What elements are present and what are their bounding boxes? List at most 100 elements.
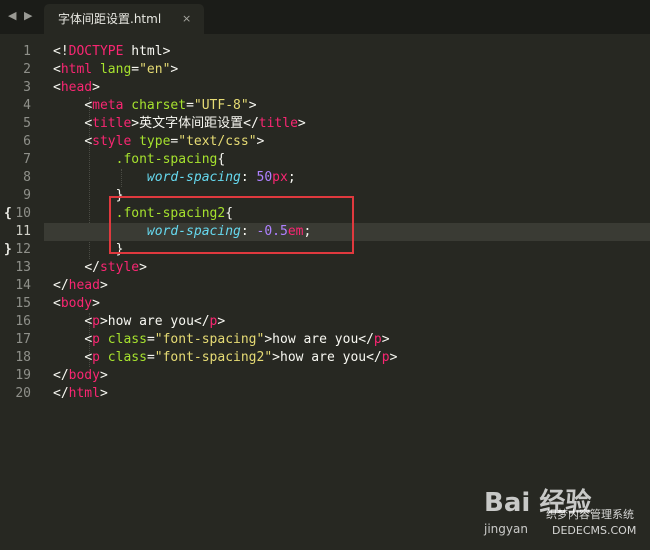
close-icon[interactable]: × (182, 12, 191, 26)
code-token: 50 (256, 170, 273, 185)
line-number: 2 (23, 62, 31, 77)
code-line[interactable]: 17 <p class="font-spacing">how are you</… (0, 331, 650, 349)
code-token: class (107, 332, 147, 347)
code-line[interactable]: 1 <!DOCTYPE html> (0, 43, 650, 61)
code-token: </ (53, 386, 69, 401)
code-token: > (256, 134, 265, 149)
fold-marker-icon[interactable]: } (4, 241, 12, 259)
line-number: 18 (15, 350, 31, 365)
code-text: <head> (53, 79, 100, 97)
code-text: </body> (53, 367, 108, 385)
code-line[interactable]: 8 word-spacing: 50px; (0, 169, 650, 187)
code-token: = (146, 350, 155, 365)
code-token: lang (99, 62, 132, 77)
line-number: 3 (23, 80, 31, 95)
code-token: title (92, 116, 132, 131)
code-token: > (264, 332, 273, 347)
code-text: <style type="text/css"> (53, 133, 264, 151)
code-token: < (53, 80, 61, 95)
code-token: > (139, 260, 147, 275)
code-token: "UTF-8" (193, 98, 249, 113)
line-number: 17 (15, 332, 31, 347)
code-line[interactable]: 3 <head> (0, 79, 650, 97)
line-number: 19 (15, 368, 31, 383)
code-line[interactable]: 19 </body> (0, 367, 650, 385)
code-token: how are you (107, 314, 194, 329)
line-number: 4 (23, 98, 31, 113)
code-line[interactable]: 7 .font-spacing{ (0, 151, 650, 169)
code-line[interactable]: 2 <html lang="en"> (0, 61, 650, 79)
code-token: : (240, 170, 257, 185)
code-token: p (92, 314, 100, 329)
code-token: style (92, 134, 132, 149)
code-token: > (92, 296, 100, 311)
code-token: style (99, 260, 140, 275)
code-token: "font-spacing" (154, 332, 265, 347)
fold-marker-icon[interactable]: { (4, 205, 12, 223)
back-arrow-icon[interactable]: ◀ (8, 9, 16, 23)
code-token: < (84, 350, 93, 365)
line-number: 13 (15, 260, 31, 275)
code-token: </ (243, 116, 259, 131)
tab-file[interactable]: 字体间距设置.html × (44, 4, 204, 34)
code-token: < (53, 62, 61, 77)
code-line[interactable]: 16 <p>how are you</p> (0, 313, 650, 331)
code-token: body (68, 368, 100, 383)
code-token: "font-spacing2" (154, 350, 273, 365)
watermark-site: 织梦内容管理系统 (546, 508, 634, 521)
code-token: > (381, 332, 390, 347)
forward-arrow-icon[interactable]: ▶ (24, 9, 32, 23)
code-token: px (272, 170, 288, 185)
line-number: 1 (23, 44, 31, 59)
code-token: </ (53, 278, 69, 293)
code-editor[interactable]: 1 <!DOCTYPE html> 2 <html lang="en"> 3 <head>… (0, 34, 650, 550)
code-text: <meta charset="UTF-8"> (53, 97, 256, 115)
code-token: > (297, 116, 306, 131)
code-line[interactable]: 4 <meta charset="UTF-8"> (0, 97, 650, 115)
code-line[interactable]: 5 <title>英文字体间距设置</title> (0, 115, 650, 133)
code-line[interactable]: 20 </html> (0, 385, 650, 403)
code-text: <!DOCTYPE html> (53, 43, 170, 61)
code-line[interactable]: 18 <p class="font-spacing2">how are you<… (0, 349, 650, 367)
code-text: word-spacing: 50px; (53, 169, 296, 187)
line-number: 9 (23, 188, 31, 203)
code-token: html (123, 44, 163, 59)
code-token: p (92, 332, 100, 347)
code-line[interactable]: 14 </head> (0, 277, 650, 295)
code-token: ; (287, 170, 296, 185)
watermark: Bai 经验 jingyan 织梦内容管理系统 DEDECMS.COM (484, 486, 644, 546)
line-number: 6 (23, 134, 31, 149)
code-token: type (139, 134, 171, 149)
code-token: word-spacing (146, 170, 241, 185)
code-token: { (217, 152, 226, 167)
code-line[interactable]: 6 <style type="text/css"> (0, 133, 650, 151)
code-line[interactable]: 13 </style> (0, 259, 650, 277)
code-token: > (272, 350, 280, 365)
code-token: < (84, 134, 93, 149)
code-text: <p class="font-spacing2">how are you</p> (53, 349, 397, 367)
code-token: </ (358, 332, 374, 347)
code-text: <p>how are you</p> (53, 313, 225, 331)
code-token: head (60, 80, 93, 95)
code-token: > (99, 386, 108, 401)
line-number: 8 (23, 170, 31, 185)
code-token: DOCTYPE (68, 44, 124, 59)
code-text: <p class="font-spacing">how are you</p> (53, 331, 390, 349)
code-token: charset (131, 98, 187, 113)
code-token: how are you (272, 332, 359, 347)
line-number: 15 (15, 296, 31, 311)
code-token: = (131, 62, 140, 77)
code-line[interactable]: 15 <body> (0, 295, 650, 313)
code-token: </ (53, 368, 69, 383)
